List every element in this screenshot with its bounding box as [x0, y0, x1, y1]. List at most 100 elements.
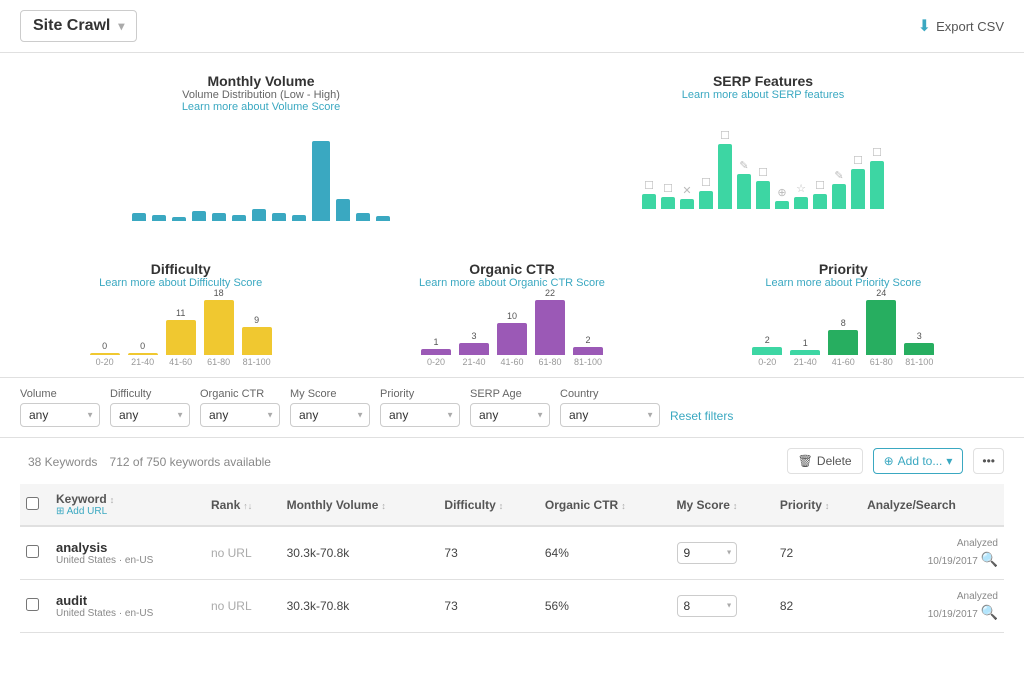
- priority-filter: Priority any: [380, 388, 460, 427]
- analyzed-label: Analyzed: [957, 538, 998, 549]
- keywords-count-number: 38 Keywords: [28, 455, 97, 469]
- row-analyze-search: Analyzed 10/19/2017 🔍: [861, 580, 1004, 633]
- header-priority: Priority↕: [774, 484, 861, 526]
- export-csv-button[interactable]: ⬇ Export CSV: [918, 16, 1004, 36]
- pri-sort-icon: ↕: [825, 501, 830, 511]
- reset-filters-button[interactable]: Reset filters: [670, 409, 733, 427]
- organic-ctr-select[interactable]: any: [200, 403, 280, 427]
- organic-ctr-filter-label: Organic CTR: [200, 388, 280, 400]
- keyword-sort-icon: ↕: [110, 495, 115, 505]
- site-crawl-title: Site Crawl: [33, 17, 110, 35]
- monthly-volume-subtitle: Volume Distribution (Low - High): [30, 89, 492, 101]
- search-button[interactable]: 🔍: [981, 604, 998, 621]
- header-difficulty: Difficulty↕: [438, 484, 538, 526]
- monthly-volume-link[interactable]: Learn more about Volume Score: [30, 101, 492, 113]
- row-monthly-volume: 30.3k-70.8k: [281, 526, 439, 580]
- dropdown-arrow: ▾: [118, 19, 124, 33]
- header-my-score: My Score↕: [671, 484, 774, 526]
- table-row: analysis United States · en-US no URL 30…: [20, 526, 1004, 580]
- priority-title: Priority: [688, 261, 999, 277]
- trash-icon: 🗑: [798, 454, 813, 468]
- priority-select[interactable]: any: [380, 403, 460, 427]
- serp-age-filter-label: SERP Age: [470, 388, 550, 400]
- download-icon: ⬇: [918, 16, 931, 36]
- serp-features-panel: SERP Features Learn more about SERP feat…: [522, 63, 1004, 231]
- header-analyze-search: Analyze/Search: [861, 484, 1004, 526]
- rank-value: no URL: [211, 599, 252, 613]
- search-button[interactable]: 🔍: [981, 551, 998, 568]
- header-organic-ctr: Organic CTR↕: [539, 484, 671, 526]
- ctr-sort-icon: ↕: [621, 501, 626, 511]
- priority-filter-label: Priority: [380, 388, 460, 400]
- add-to-label: Add to...: [898, 454, 943, 468]
- header-keyword: Keyword↕ ⊞ Add URL: [50, 484, 205, 526]
- country-filter-label: Country: [560, 388, 660, 400]
- filters-row: Volume any Difficulty any Organic CTR an…: [0, 378, 1024, 438]
- add-chevron-icon: ▾: [946, 454, 952, 468]
- diff-sort-icon: ↕: [499, 501, 504, 511]
- organic-ctr-link[interactable]: Learn more about Organic CTR Score: [356, 277, 667, 289]
- add-to-button[interactable]: ⊕ Add to... ▾: [873, 448, 964, 474]
- row-checkbox[interactable]: [26, 598, 39, 611]
- bottom-charts-row: Difficulty Learn more about Difficulty S…: [0, 246, 1024, 378]
- my-score-row-select[interactable]: 8: [677, 595, 737, 617]
- difficulty-panel: Difficulty Learn more about Difficulty S…: [20, 256, 341, 372]
- row-organic-ctr: 64%: [539, 526, 671, 580]
- add-url-link[interactable]: ⊞ Add URL: [56, 506, 199, 517]
- rank-value: no URL: [211, 546, 252, 560]
- row-priority: 72: [774, 526, 861, 580]
- my-score-filter: My Score any: [290, 388, 370, 427]
- plus-icon: ⊕: [884, 454, 894, 468]
- country-select[interactable]: any: [560, 403, 660, 427]
- site-crawl-dropdown[interactable]: Site Crawl ▾: [20, 10, 137, 42]
- my-score-row-select[interactable]: 9: [677, 542, 737, 564]
- keywords-actions: 🗑 Delete ⊕ Add to... ▾ •••: [787, 448, 1004, 474]
- serp-link[interactable]: Learn more about SERP features: [532, 89, 994, 101]
- serp-title: SERP Features: [532, 73, 994, 89]
- row-rank: no URL: [205, 526, 281, 580]
- keyword-country: United States · en-US: [56, 555, 199, 566]
- serp-age-select[interactable]: any: [470, 403, 550, 427]
- volume-select[interactable]: any: [20, 403, 100, 427]
- row-keyword-col: analysis United States · en-US: [50, 526, 205, 580]
- row-analyze-search: Analyzed 10/19/2017 🔍: [861, 526, 1004, 580]
- row-checkbox-col: [20, 580, 50, 633]
- row-keyword-col: audit United States · en-US: [50, 580, 205, 633]
- row-difficulty: 73: [438, 526, 538, 580]
- my-score-select[interactable]: any: [290, 403, 370, 427]
- serp-chart: ☐ ☐ ✕ ☐ ☐ ✎ ☐ ⊕ ☆ ☐ ✎ ☐ ☐: [532, 109, 994, 209]
- priority-link[interactable]: Learn more about Priority Score: [688, 277, 999, 289]
- volume-select-wrapper: any: [20, 403, 100, 427]
- serp-age-filter: SERP Age any: [470, 388, 550, 427]
- ms-sort-icon: ↕: [733, 501, 738, 511]
- monthly-volume-chart: [30, 121, 492, 221]
- header-rank: Rank↑↓: [205, 484, 281, 526]
- row-checkbox[interactable]: [26, 545, 39, 558]
- row-organic-ctr: 56%: [539, 580, 671, 633]
- country-filter: Country any: [560, 388, 660, 427]
- monthly-volume-panel: Monthly Volume Volume Distribution (Low …: [20, 63, 502, 231]
- difficulty-select[interactable]: any: [110, 403, 190, 427]
- row-priority: 82: [774, 580, 861, 633]
- row-my-score: 8: [671, 580, 774, 633]
- difficulty-link[interactable]: Learn more about Difficulty Score: [25, 277, 336, 289]
- difficulty-chart: 0 0-20 0 21-40 11 41-60 18 61-80 9: [25, 297, 336, 367]
- my-score-filter-label: My Score: [290, 388, 370, 400]
- more-icon: •••: [982, 454, 995, 468]
- organic-ctr-panel: Organic CTR Learn more about Organic CTR…: [351, 256, 672, 372]
- mv-sort-icon: ↕: [381, 501, 386, 511]
- keywords-section: 38 Keywords 712 of 750 keywords availabl…: [0, 438, 1024, 643]
- difficulty-filter-label: Difficulty: [110, 388, 190, 400]
- analyzed-label: Analyzed: [957, 591, 998, 602]
- volume-label: Volume: [20, 388, 100, 400]
- row-difficulty: 73: [438, 580, 538, 633]
- select-all-checkbox[interactable]: [26, 497, 39, 510]
- keyword-name: audit: [56, 593, 199, 608]
- more-options-button[interactable]: •••: [973, 448, 1004, 474]
- organic-ctr-chart: 1 0-20 3 21-40 10 41-60 22 61-80 2: [356, 297, 667, 367]
- analyzed-date: 10/19/2017: [928, 609, 978, 620]
- delete-button[interactable]: 🗑 Delete: [787, 448, 863, 474]
- analyzed-date: 10/19/2017: [928, 556, 978, 567]
- keyword-country: United States · en-US: [56, 608, 199, 619]
- row-my-score: 9: [671, 526, 774, 580]
